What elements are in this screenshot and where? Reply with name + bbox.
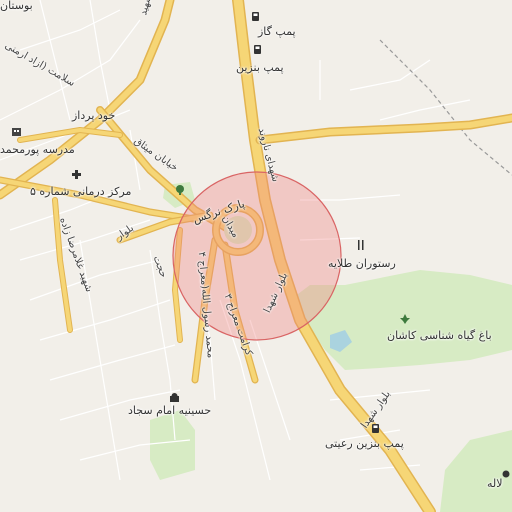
lale-icon	[502, 470, 510, 478]
fuel-pump-icon-1	[252, 12, 259, 21]
label-pump-benzin-raeisi: پمپ بنزین رعیتی	[325, 437, 404, 450]
label-bagh: باغ گیاه شناسی کاشان	[387, 329, 492, 342]
label-khod-pardaz: خود پرداز	[72, 109, 116, 122]
label-bostan: بوستان	[0, 0, 33, 12]
label-restoran: رستوران طلایه	[328, 257, 396, 270]
label-madrese: مدرسه پورمحمد	[0, 143, 75, 156]
label-lale: لاله	[487, 477, 503, 490]
label-markaz-darmani: مرکز درمانی شماره ۵	[30, 185, 132, 198]
map-view[interactable]: پمپ گاز پمپ بنزین خود پرداز مدرسه پورمحم…	[0, 0, 512, 512]
label-hoseinie: حسینیه امام سجاد	[128, 404, 212, 417]
label-pump-gaz: پمپ گاز	[258, 25, 296, 38]
label-pump-benzin: پمپ بنزین	[236, 61, 284, 74]
fuel-pump-icon-2	[254, 45, 261, 54]
fuel-pump-icon-3	[372, 424, 379, 433]
school-icon	[12, 128, 21, 136]
